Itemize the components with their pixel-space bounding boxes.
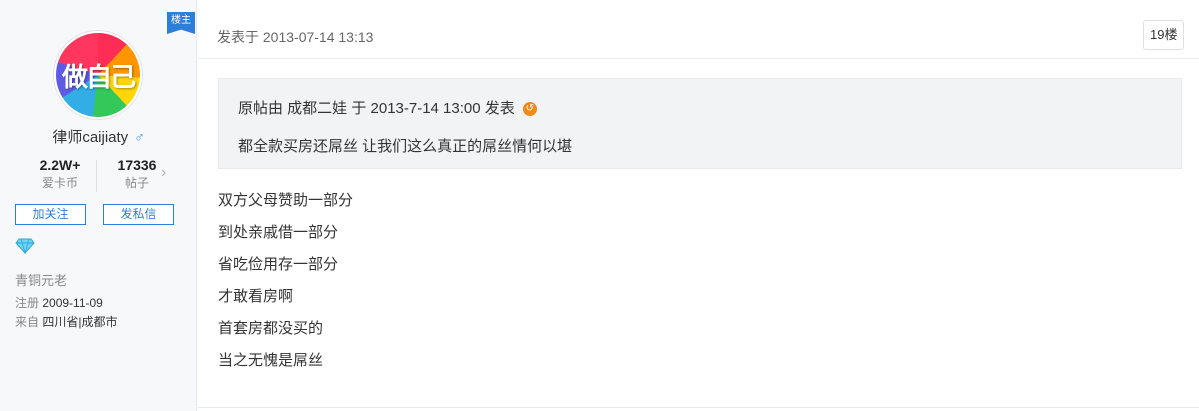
quote-block: 原帖由 成都二娃 于 2013-7-14 13:00 发表 ↺ 都全款买房还屌丝 … [218,78,1182,169]
register-label: 注册 [15,296,40,310]
stat-coins-label: 爱卡币 [41,176,78,190]
floor-number[interactable]: 19楼 [1143,20,1185,50]
post-header: 发表于 2013-07-14 13:13 19楼 [198,13,1199,59]
post-content: 双方父母赞助一部分 到处亲戚借一部分 省吃俭用存一部分 才敢看房啊 首套房都没买… [218,189,353,381]
location-label: 来自 [15,315,40,329]
user-level: 青铜元老 [15,273,68,288]
content-line: 首套房都没买的 [218,320,324,337]
location-value: 四川省|成都市 [42,315,118,329]
content-line: 双方父母赞助一部分 [218,192,354,209]
content-line: 才敢看房啊 [218,288,294,305]
avatar[interactable]: 做自己 [54,31,142,119]
diamond-icon [15,238,35,259]
username-link[interactable]: 律师caijiaty [52,129,128,146]
send-message-button[interactable]: 发私信 [103,204,174,225]
follow-button[interactable]: 加关注 [15,204,86,225]
location-row: 来自 四川省|成都市 [15,313,117,330]
avatar-text: 做自己 [61,62,136,93]
quote-header-text: 原帖由 成都二娃 于 2013-7-14 13:00 发表 [238,100,515,117]
register-date: 2009-11-09 [42,296,103,310]
return-arrow-icon[interactable]: ↺ [522,102,537,117]
content-line: 当之无愧是屌丝 [218,352,324,369]
stats-divider [96,160,97,192]
forum-post-page: 楼主 做自己 律师caijiaty ♂ 2.2W+ 爱卡币 17336 帖子 › … [0,0,1199,411]
male-icon: ♂ [134,129,145,145]
content-line: 省吃俭用存一部分 [218,256,339,273]
username-row: 律师caijiaty ♂ [0,126,197,147]
stat-coins-value: 2.2W+ [39,157,81,173]
post-divider [198,407,1199,408]
chevron-right-icon[interactable]: › [161,164,166,182]
quote-text: 都全款买房还屌丝 让我们这么真正的屌丝情何以堪 [238,138,573,155]
user-profile-card: 楼主 做自己 律师caijiaty ♂ 2.2W+ 爱卡币 17336 帖子 › … [0,0,197,411]
user-stats[interactable]: 2.2W+ 爱卡币 17336 帖子 › [20,156,178,196]
register-row: 注册 2009-11-09 [15,294,103,311]
quote-header: 原帖由 成都二娃 于 2013-7-14 13:00 发表 ↺ [238,97,537,118]
content-line: 到处亲戚借一部分 [218,224,339,241]
op-badge: 楼主 [167,12,195,34]
stat-coins[interactable]: 2.2W+ 爱卡币 [25,156,95,192]
post-time: 发表于 2013-07-14 13:13 [217,29,374,45]
